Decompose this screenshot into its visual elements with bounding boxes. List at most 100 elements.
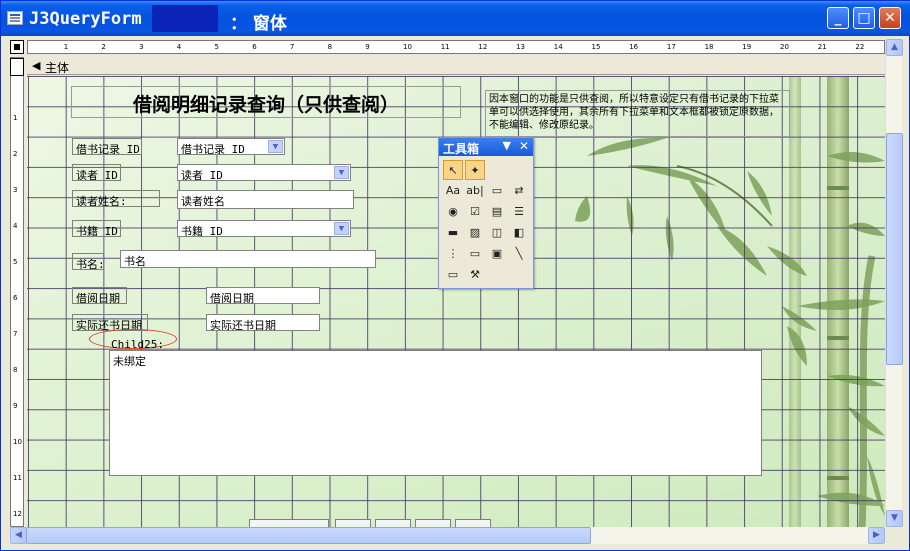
readonly-note-label[interactable]: 因本窗口的功能是只供查阅，所以特意设定只有借书记录的下拉菜单可以供选择使用，其余… [485, 90, 790, 137]
ruler-mark: 9 [13, 402, 18, 410]
list-box-icon[interactable]: ☰ [509, 202, 529, 222]
section-label: 主体 [45, 61, 70, 75]
borrow-date-label[interactable]: 借阅日期 [72, 287, 127, 304]
nav-button-4[interactable] [415, 519, 451, 527]
record-id-combo[interactable]: 借书记录 ID ▼ [177, 138, 285, 155]
book-name-label[interactable]: 书名: [72, 253, 104, 270]
ruler-mark: 9 [365, 43, 370, 51]
vertical-scroll-thumb[interactable] [886, 133, 903, 365]
scroll-down-icon[interactable]: ▼ [886, 510, 903, 527]
chevron-down-icon[interactable]: ▼ [334, 222, 349, 235]
reader-name-textbox[interactable]: 读者姓名 [177, 190, 354, 209]
ruler-mark: 5 [214, 43, 219, 51]
ruler-mark: 1 [13, 114, 18, 122]
window-title-suffix: ： 窗体 [230, 14, 287, 34]
rectangle-icon[interactable]: ▭ [443, 265, 463, 285]
ruler-mark: 7 [13, 330, 18, 338]
vertical-scrollbar[interactable]: ▲ ▼ [885, 39, 903, 527]
ruler-mark: 17 [666, 43, 676, 51]
section-selector[interactable] [10, 58, 24, 76]
book-id-combo[interactable]: 书籍 ID ▼ [177, 220, 351, 237]
ruler-mark: 12 [13, 510, 22, 518]
chevron-down-icon[interactable]: ▼ [268, 140, 283, 153]
text-box-icon[interactable]: ab| [465, 181, 485, 201]
book-id-label[interactable]: 书籍 ID [72, 220, 121, 237]
ruler-mark: 10 [403, 43, 412, 51]
book-id-combo-text: 书籍 ID [181, 225, 223, 237]
ruler-mark: 20 [780, 43, 789, 51]
select-objects-icon[interactable]: ↖ [443, 160, 463, 180]
ruler-mark: 3 [13, 186, 18, 194]
ruler-mark: 6 [13, 294, 18, 302]
return-date-textbox[interactable]: 实际还书日期 [206, 314, 320, 331]
chevron-down-icon[interactable]: ▼ [334, 166, 349, 179]
nav-button-1[interactable] [249, 519, 329, 527]
reader-id-combo[interactable]: 读者 ID ▼ [177, 164, 351, 181]
unbound-object-frame-icon[interactable]: ◫ [487, 223, 507, 243]
ruler-mark: 21 [817, 43, 827, 51]
horizontal-ruler[interactable]: 1234567891011121314151617181920212223 [27, 40, 885, 54]
section-header-detail[interactable]: ◀ 主体 [27, 58, 885, 75]
ruler-mark: 2 [13, 150, 18, 158]
option-button-icon[interactable]: ◉ [443, 202, 463, 222]
close-button[interactable]: ✕ [879, 7, 901, 29]
form-window-icon[interactable] [7, 11, 23, 25]
ruler-mark: 1 [63, 43, 69, 51]
book-name-textbox[interactable]: 书名 [120, 250, 376, 268]
page-break-icon[interactable]: ⋮ [443, 244, 463, 264]
bound-object-frame-icon[interactable]: ◧ [509, 223, 529, 243]
ruler-mark: 11 [13, 474, 22, 482]
ruler-mark: 2 [101, 43, 106, 51]
nav-button-3[interactable] [375, 519, 411, 527]
record-id-label[interactable]: 借书记录 ID [72, 138, 142, 155]
form-title-label[interactable]: 借阅明细记录查询（只供查阅） [71, 86, 461, 118]
option-group-icon[interactable]: ▭ [487, 181, 507, 201]
form-design-window: J3QueryForm ： 窗体 _ □ ✕ 1 2 3 4 5 6 7 8 9 10 11 12 13… [0, 0, 910, 551]
scroll-right-icon[interactable]: ▶ [868, 527, 885, 544]
toolbox-title-bar[interactable]: 工具箱 ▼ ✕ [439, 138, 533, 156]
ruler-mark: 8 [13, 366, 18, 374]
label-icon[interactable]: Aa [443, 181, 463, 201]
toolbox-title: 工具箱 [443, 142, 480, 156]
control-wizards-icon[interactable]: ✦ [465, 160, 485, 180]
ruler-mark: 14 [553, 43, 563, 51]
reader-id-combo-text: 读者 ID [181, 169, 223, 181]
reader-name-label[interactable]: 读者姓名: [72, 190, 160, 207]
ruler-mark: 15 [591, 43, 601, 51]
nav-button-5[interactable] [455, 519, 491, 527]
child-subform-control[interactable]: 未绑定 [109, 350, 762, 476]
line-icon[interactable]: ╲ [509, 244, 529, 264]
minimize-button[interactable]: _ [827, 7, 849, 29]
ruler-mark: 5 [13, 258, 18, 266]
toolbox-dropdown-icon[interactable]: ▼ [503, 139, 511, 152]
command-button-icon[interactable]: ▬ [443, 223, 463, 243]
ruler-mark: 12 [478, 43, 488, 51]
vertical-ruler[interactable]: 12345678910111213 [10, 57, 24, 527]
tab-control-icon[interactable]: ▭ [465, 244, 485, 264]
ruler-mark: 11 [440, 43, 450, 51]
nav-button-2[interactable] [335, 519, 371, 527]
scroll-up-icon[interactable]: ▲ [886, 39, 903, 56]
toggle-button-icon[interactable]: ⇄ [509, 181, 529, 201]
borrow-date-textbox[interactable]: 借阅日期 [206, 287, 320, 304]
ruler-mark: 4 [176, 43, 182, 51]
combo-box-icon[interactable]: ▤ [487, 202, 507, 222]
reader-id-label[interactable]: 读者 ID [72, 164, 121, 181]
toolbox-close-icon[interactable]: ✕ [519, 139, 529, 153]
check-box-icon[interactable]: ☑ [465, 202, 485, 222]
ruler-mark: 13 [516, 43, 526, 51]
ruler-mark: 7 [289, 43, 295, 51]
horizontal-scroll-thumb[interactable] [26, 527, 591, 544]
toolbox-panel[interactable]: 工具箱 ▼ ✕ ↖ ✦ Aa ab| ▭ ⇄ ◉ ☑ ▤ ☰ ▬ ▨ ◫ ◧ ⋮ ▭ ▣ ╲ ▭ ⚒ [438, 137, 534, 289]
image-icon[interactable]: ▨ [465, 223, 485, 243]
horizontal-scrollbar[interactable]: ◀ ▶ [10, 527, 885, 544]
ruler-mark: 8 [327, 43, 333, 51]
form-selector[interactable] [10, 40, 24, 54]
more-controls-icon[interactable]: ⚒ [465, 265, 485, 285]
scroll-left-icon[interactable]: ◀ [10, 527, 27, 544]
subform-unbound-text: 未绑定 [113, 355, 146, 368]
title-bar[interactable]: J3QueryForm ： 窗体 _ □ ✕ [1, 1, 910, 36]
subform-icon[interactable]: ▣ [487, 244, 507, 264]
maximize-button[interactable]: □ [853, 7, 875, 29]
section-arrow-icon: ◀ [32, 59, 41, 72]
